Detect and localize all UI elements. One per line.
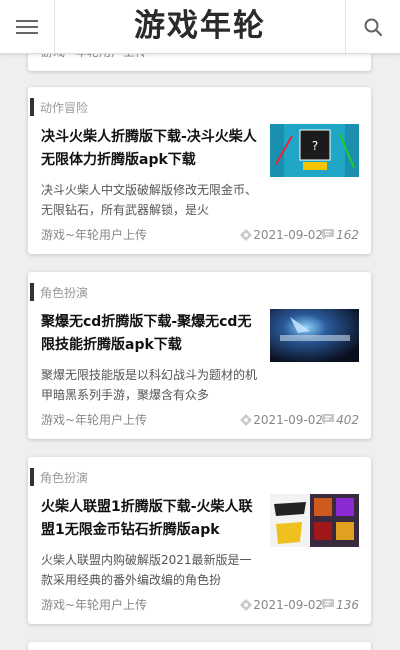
svg-text:?: ?: [312, 139, 318, 153]
author-label: 游戏~年轮用户上传: [41, 598, 148, 612]
article-card[interactable]: 角色扮演 聚爆无cd折腾版下载-聚爆无cd无限技能折腾版apk下载 聚爆无限技能…: [28, 272, 371, 439]
thumbnail-image: [270, 309, 359, 362]
category-label: 角色扮演: [40, 285, 89, 300]
category-label: 角色扮演: [40, 470, 89, 485]
hamburger-menu-icon: [16, 19, 38, 34]
article-card-partial[interactable]: [28, 642, 371, 650]
author-label: 游戏~年轮用户上传: [41, 413, 148, 427]
date-label: 2021-09-02: [253, 413, 323, 427]
date-label: 2021-09-02: [253, 598, 323, 612]
article-excerpt: 决斗火柴人中文版破解版修改无限金币、无限钻石，所有武器解锁，是火: [41, 183, 258, 217]
article-thumbnail[interactable]: [270, 309, 359, 362]
category-marker: [30, 98, 34, 116]
search-icon: [364, 18, 382, 36]
search-button[interactable]: [345, 0, 400, 53]
category-tag[interactable]: 角色扮演: [30, 283, 88, 301]
article-title[interactable]: 聚爆无cd折腾版下载-聚爆无cd无限技能折腾版apk下载: [41, 311, 259, 357]
card-meta: 游戏~年轮用户上传 2021-09-02 136: [41, 596, 359, 614]
comment-count: 162: [336, 228, 359, 242]
article-title[interactable]: 火柴人联盟1折腾版下载-火柴人联盟1无限金币钻石折腾版apk: [41, 496, 259, 542]
date-label: 2021-09-02: [253, 228, 323, 242]
article-card[interactable]: 角色扮演 火柴人联盟1折腾版下载-火柴人联盟1无限金币钻石折腾版apk 火柴人联…: [28, 457, 371, 624]
site-header: 游戏年轮: [0, 0, 400, 54]
thumbnail-image: ?: [270, 124, 359, 177]
comment-icon: [322, 229, 334, 240]
article-thumbnail[interactable]: [270, 494, 359, 547]
comment-count: 136: [336, 598, 359, 612]
card-meta: 游戏~年轮用户上传 2021-09-02 402: [41, 411, 359, 429]
article-excerpt: 聚爆无限技能版是以科幻战斗为题材的机甲暗黑系列手游，聚爆含有众多: [41, 368, 258, 402]
thumbnail-image: [270, 494, 359, 547]
comment-count: 402: [336, 413, 359, 427]
comment-icon: [322, 599, 334, 610]
category-marker: [30, 283, 34, 301]
clock-icon: [240, 414, 252, 426]
category-tag[interactable]: 动作冒险: [30, 98, 88, 116]
comment-icon: [322, 414, 334, 425]
category-label: 动作冒险: [40, 100, 89, 115]
clock-icon: [240, 229, 252, 241]
clock-icon: [240, 599, 252, 611]
article-thumbnail[interactable]: ?: [270, 124, 359, 177]
author-label: 游戏~年轮用户上传: [41, 228, 148, 242]
category-marker: [30, 468, 34, 486]
menu-button[interactable]: [0, 0, 55, 53]
article-card[interactable]: 动作冒险 决斗火柴人折腾版下载-决斗火柴人无限体力折腾版apk下载 ? 决斗火柴…: [28, 87, 371, 254]
card-meta: 游戏~年轮用户上传 2021-09-02 162: [41, 226, 359, 244]
category-tag[interactable]: 角色扮演: [30, 468, 88, 486]
article-excerpt: 火柴人联盟内购破解版2021最新版是一款采用经典的番外编改编的角色扮: [41, 553, 252, 587]
article-title[interactable]: 决斗火柴人折腾版下载-决斗火柴人无限体力折腾版apk下载: [41, 126, 259, 172]
site-logo[interactable]: 游戏年轮: [100, 6, 300, 46]
